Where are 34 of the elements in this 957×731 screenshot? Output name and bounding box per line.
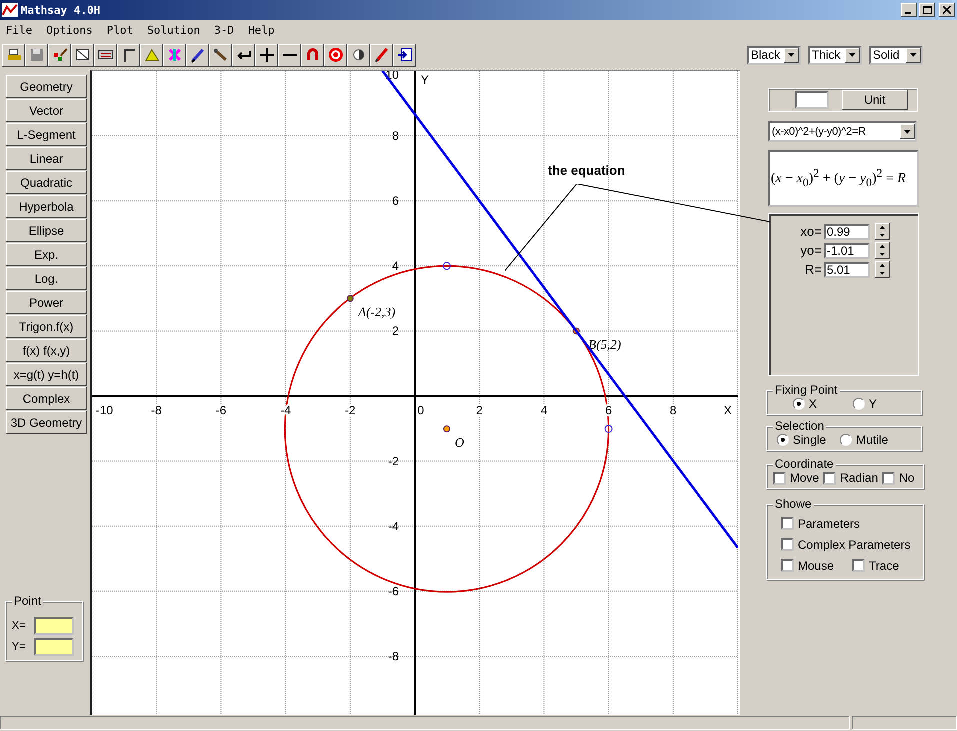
x-tick-label: -8 (151, 403, 162, 418)
x-tick-label: -6 (216, 403, 227, 418)
group-title: Selection (773, 419, 826, 433)
x-tick-label: 0 (418, 403, 424, 418)
y-tick-label: 8 (392, 129, 399, 144)
y-tick-label: -8 (388, 649, 399, 664)
x-tick-label: 4 (540, 403, 548, 418)
y-tick-label: -4 (388, 519, 399, 534)
y-axis-label: Y (421, 73, 430, 87)
y-tick-label: 2 (392, 324, 399, 338)
equation-formula: (x − x$_{0}$)$^{2}$ + (y − y$_{0}$)$^{2}$ = R (771, 167, 906, 190)
group-title: Point (12, 594, 44, 608)
x-tick-label: 2 (476, 403, 483, 418)
y-tick-label: -6 (388, 584, 399, 598)
x-tick-label: 8 (670, 403, 677, 418)
point-label: B(5,2) (588, 337, 622, 352)
x-tick-label: -2 (345, 403, 356, 418)
group-title: Showe (773, 497, 814, 511)
y-tick-label: -2 (388, 454, 399, 468)
field-label: X= (12, 620, 27, 632)
x-axis-label: X (724, 403, 732, 418)
parameter-label: yo= (800, 243, 823, 258)
y-tick-label: 6 (392, 194, 399, 208)
annotation-text: the equation (548, 163, 626, 178)
group-title: Coordinate (773, 457, 836, 471)
window-title: Mathsay 4.0H (21, 4, 100, 16)
field-label: Y= (12, 641, 27, 653)
parameter-label: xo= (800, 224, 823, 239)
x-tick-label: -10 (96, 403, 114, 418)
parameter-label: R= (804, 262, 823, 277)
group-title: Fixing Point (773, 383, 840, 397)
point-label: A(-2,3) (358, 304, 396, 320)
point-label: O (454, 435, 464, 450)
y-tick-label: 4 (392, 259, 399, 274)
